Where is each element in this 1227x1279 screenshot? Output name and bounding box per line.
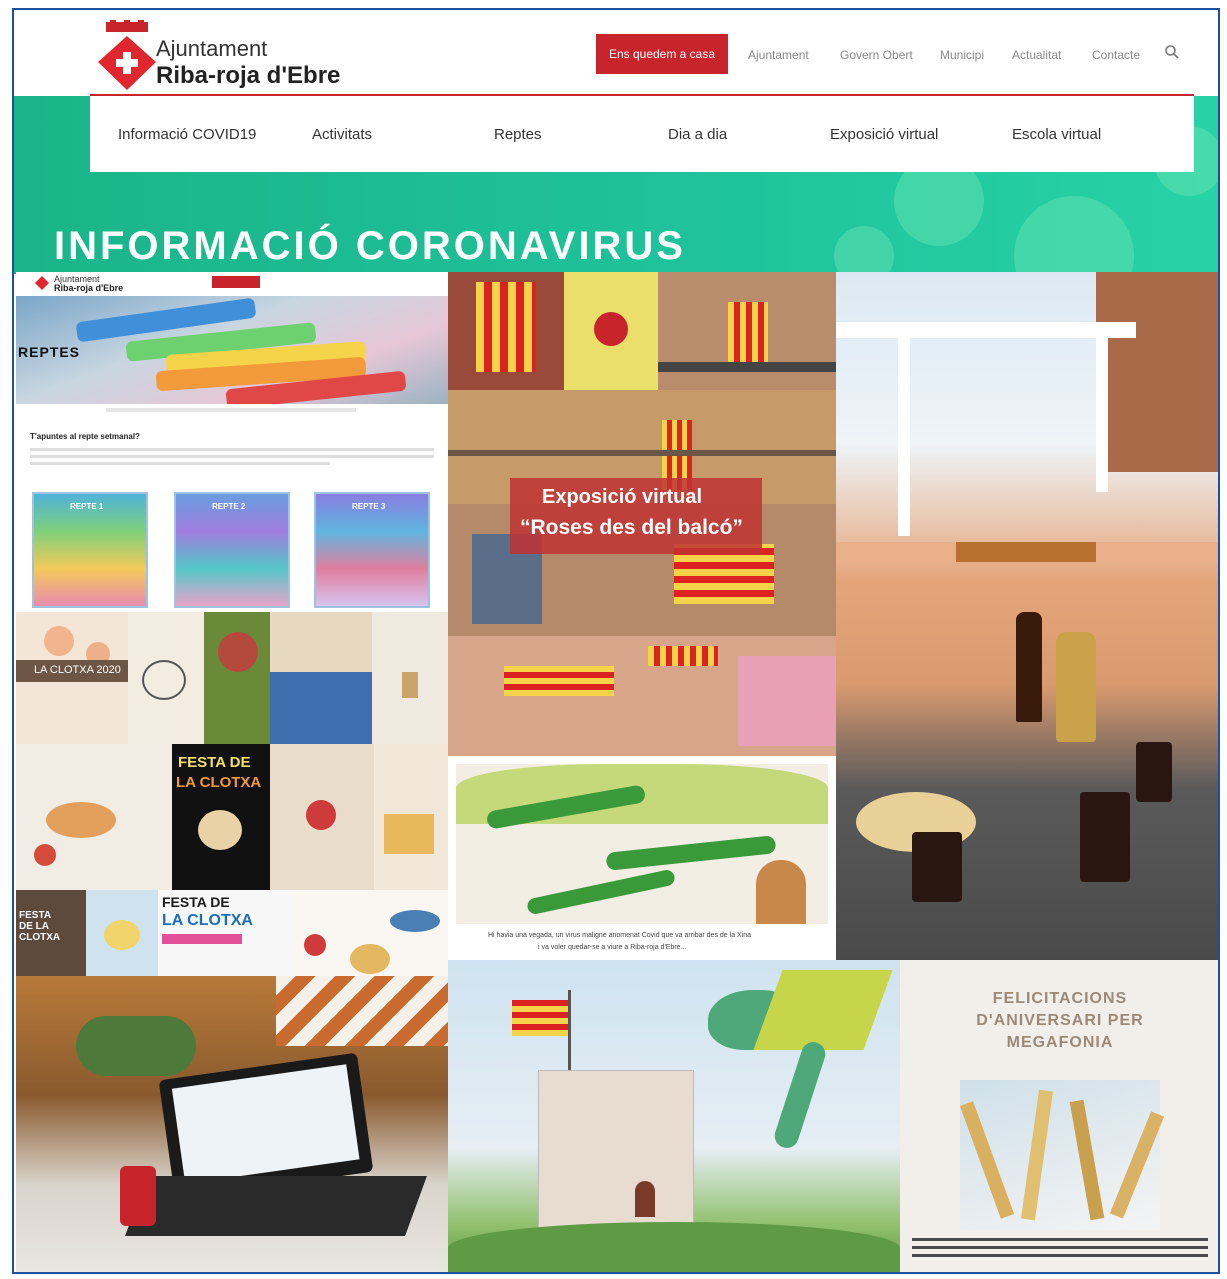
banner-title: INFORMACIÓ CORONAVIRUS [54,224,686,268]
expo-title-box: Exposició virtual “Roses des del balcó” [510,478,762,554]
reptes-screenshot-tile[interactable]: Ajuntament Riba-roja d'Ebre REPTES T'apu… [16,272,448,612]
nav-ajuntament[interactable]: Ajuntament [748,48,809,62]
festa-clotxa-poster: FESTA DE LA CLOTXA [172,744,270,890]
exposicio-virtual-tile[interactable]: Exposició virtual “Roses des del balcó” [448,272,836,756]
repte-card-3[interactable]: REPTE 3 [314,492,430,608]
laptop-photo-tile[interactable] [16,976,448,1272]
clotxa-drawings-row-2[interactable]: FESTA DE LA CLOTXA [16,744,448,890]
drawing-caption-line-2: i va voler quedar-se a viure a Riba-roja… [538,944,687,951]
felicitacions-tile[interactable]: FELICITACIONS D'ANIVERSARI PER MEGAFONIA [900,960,1218,1272]
felicitacions-title-3: MEGAFONIA [1006,1034,1114,1051]
site-header: Ajuntament Riba-roja d'Ebre Ens quedem a… [14,10,1218,96]
chalk-hero-image: REPTES [16,296,448,404]
mini-cta [212,276,260,288]
brand-line-1[interactable]: Ajuntament [156,36,267,62]
terrace-photo-tile[interactable] [836,272,1218,960]
dragon-watercolor-tile[interactable] [448,960,900,1272]
festa-clotxa-label: FESTA DE LA CLOTXA [19,910,61,943]
breadcrumb-bar [106,408,356,412]
covid-story-drawing-tile[interactable]: Hi havia una vegada, un virus maligne an… [448,756,836,960]
nav-municipi[interactable]: Municipi [940,48,984,62]
menu-dia-a-dia[interactable]: Dia a dia [668,126,727,143]
coat-of-arms-logo-icon[interactable] [92,20,162,92]
page-frame: Ajuntament Riba-roja d'Ebre Ens quedem a… [12,8,1220,1274]
virus-decoration-icon [1014,196,1134,274]
wine-bottle [1016,612,1042,722]
soda-can [120,1166,156,1226]
menu-reptes[interactable]: Reptes [494,126,542,143]
festa-clotxa-poster-2: FESTA DE LA CLOTXA [158,890,290,976]
mini-logo-icon [35,276,49,290]
expo-title-line-1: Exposició virtual [542,486,703,508]
nav-contacte[interactable]: Contacte [1092,48,1140,62]
drawing-caption-line-1: Hi havia una vegada, un virus maligne an… [488,932,752,939]
virus-decoration-icon [834,226,894,274]
clotxa-drawings-row-3[interactable]: FESTA DE LA CLOTXA FESTA DE LA CLOTXA [16,890,448,976]
clotxa-drawings-row-1[interactable]: LA CLOTXA 2020 [16,612,448,744]
covid-banner: Informació COVID19 Activitats Reptes Dia… [14,96,1218,274]
brand-line-2[interactable]: Riba-roja d'Ebre [156,62,340,90]
reptes-hero-title: REPTES [18,344,81,360]
oil-bottle [1056,632,1096,742]
felicitacions-title-1: FELICITACIONS [992,990,1128,1007]
clotxa-2020-label: LA CLOTXA 2020 [34,664,121,676]
search-icon[interactable] [1164,44,1180,60]
menu-escola-virtual[interactable]: Escola virtual [1012,126,1101,143]
main-menu: Informació COVID19 Activitats Reptes Dia… [90,96,1194,172]
stay-home-button[interactable]: Ens quedem a casa [596,34,728,74]
menu-exposicio-virtual[interactable]: Exposició virtual [830,126,938,143]
repte-card-1[interactable]: REPTE 1 [32,492,148,608]
menu-activitats[interactable]: Activitats [312,126,372,143]
expo-title-line-2: “Roses des del balcó” [520,516,743,539]
nav-govern-obert[interactable]: Govern Obert [840,48,913,62]
nav-actualitat[interactable]: Actualitat [1012,48,1061,62]
repte-card-2[interactable]: REPTE 2 [174,492,290,608]
reptes-question: T'apuntes al repte setmanal? [30,432,140,441]
mini-brand-line-2: Riba-roja d'Ebre [54,283,124,293]
felicitacions-title-2: D'ANIVERSARI PER [976,1012,1144,1029]
menu-informacio-covid19[interactable]: Informació COVID19 [118,126,256,143]
